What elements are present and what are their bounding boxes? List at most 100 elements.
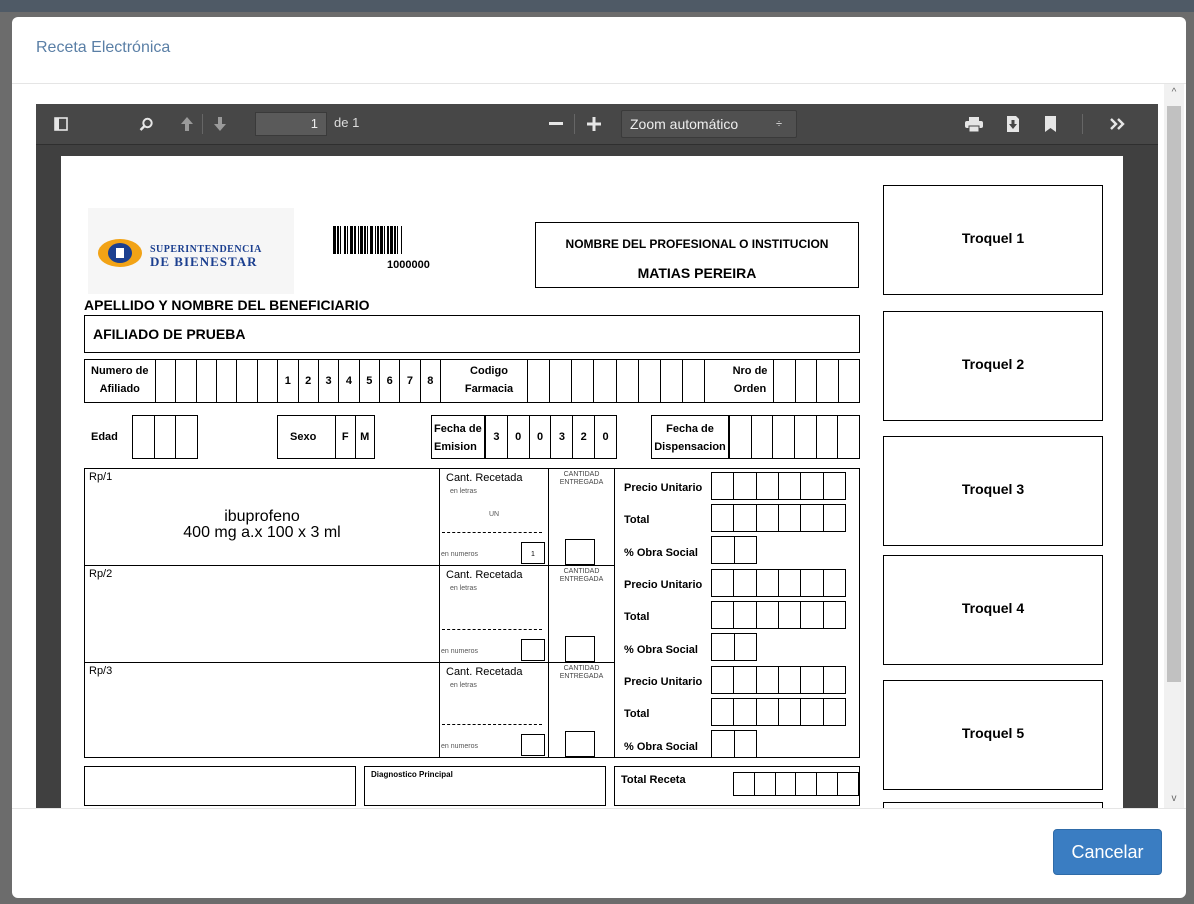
rp1-drug-line2: 400 mg a.x 100 x 3 ml: [183, 524, 341, 541]
previous-page-icon[interactable]: [174, 104, 200, 144]
superintendencia-logo: SUPERINTENDENCIA DE BIENESTAR: [88, 208, 294, 294]
toolbar-separator: [202, 114, 203, 134]
rp1-box: Rp/1 ibuprofeno 400 mg a.x 100 x 3 ml: [84, 468, 440, 566]
en-numeros-cell: [521, 734, 545, 756]
afiliado-digit-cell: [156, 360, 177, 402]
emision-digit-cell: 2: [573, 416, 596, 458]
barcode: [333, 226, 495, 254]
page-backdrop: [0, 0, 1194, 12]
cant-recetada-label: Cant. Recetada: [446, 569, 523, 581]
afiliado-digit-cell: [258, 360, 279, 402]
afiliado-digit-cell: 4: [339, 360, 360, 402]
en-numeros-value: 1: [531, 551, 535, 558]
afiliado-digit-cell: [197, 360, 218, 402]
emision-digit-cell: 0: [508, 416, 530, 458]
cantidad-entregada-cell: [565, 731, 595, 757]
print-icon[interactable]: [960, 104, 988, 144]
cancel-button[interactable]: Cancelar: [1053, 829, 1162, 875]
en-letras-line: [442, 532, 542, 533]
search-icon[interactable]: [132, 104, 160, 144]
rp3-label: Rp/3: [89, 665, 113, 677]
pdf-viewer[interactable]: 1 de 1 Zoom automático ÷ SUPERINTENDENCI…: [36, 104, 1158, 808]
en-letras-label: en letras: [450, 682, 477, 689]
codigo-farmacia-label: Codigo Farmacia: [464, 365, 514, 395]
troquel-box: Troquel 1: [883, 185, 1103, 295]
cantidad-entregada-cell: [565, 636, 595, 662]
zoom-select[interactable]: Zoom automático ÷: [621, 110, 797, 138]
en-numeros-cell: 1: [521, 542, 545, 564]
total-label: Total: [624, 611, 650, 623]
en-numeros-label: en numeros: [441, 743, 478, 750]
obra-social-cells: [711, 633, 757, 661]
modal-scrollbar[interactable]: ^ v: [1164, 84, 1184, 808]
codigo-farmacia-cells: [527, 359, 705, 403]
tools-icon[interactable]: [1102, 104, 1132, 144]
beneficiary-box: AFILIADO DE PRUEBA: [84, 315, 860, 353]
zoom-in-icon[interactable]: [581, 104, 607, 144]
page-number-input[interactable]: 1: [255, 112, 327, 136]
emision-digit-cell: 3: [486, 416, 508, 458]
total-receta-cells: [733, 772, 859, 796]
obra-social-label: % Obra Social: [624, 741, 698, 753]
troquel-box: Troquel 4: [883, 555, 1103, 665]
afiliado-digit-cell: [237, 360, 258, 402]
professional-label: NOMBRE DEL PROFESIONAL O INSTITUCION: [565, 237, 829, 251]
obra-social-cells: [711, 730, 757, 758]
download-icon[interactable]: [999, 104, 1027, 144]
obra-social-label: % Obra Social: [624, 547, 698, 559]
total-cells: [711, 698, 846, 726]
precio-unitario-cells: [711, 472, 846, 500]
rp2-label: Rp/2: [89, 568, 113, 580]
diagnostico-box: Diagnostico Principal: [364, 766, 606, 806]
scroll-up-icon[interactable]: ^: [1164, 84, 1184, 102]
fecha-emision-digits: 300320: [485, 415, 617, 459]
obra-social-cells: [711, 536, 757, 564]
fecha-emision-box: Fecha de Emision: [431, 415, 485, 459]
modal-footer: Cancelar: [12, 808, 1186, 898]
troquel-label: Troquel 2: [961, 356, 1025, 372]
scroll-down-icon[interactable]: v: [1164, 790, 1184, 808]
en-letras-label: en letras: [450, 585, 477, 592]
emision-digit-cell: 0: [602, 431, 609, 443]
nro-orden-label: Nro de Orden: [732, 365, 768, 395]
en-numeros-label: en numeros: [441, 551, 478, 558]
afiliado-digit-cell: 7: [400, 360, 421, 402]
fecha-disp-label: Fecha de Dispensacion: [654, 423, 726, 453]
total-cells: [711, 601, 846, 629]
nro-orden-cells: [773, 359, 860, 403]
rp2-box: Rp/2: [84, 565, 440, 663]
troquel-label: Troquel 1: [961, 230, 1025, 246]
scroll-thumb[interactable]: [1167, 106, 1181, 682]
page-count-label: de 1: [334, 115, 360, 130]
afiliado-digit-cell: 5: [360, 360, 380, 402]
precio-unitario-cells: [711, 666, 846, 694]
zoom-out-icon[interactable]: [543, 104, 569, 144]
sidebar-toggle-icon[interactable]: [46, 104, 76, 144]
edad-cells: [132, 415, 198, 459]
rp3-box: Rp/3: [84, 662, 440, 758]
fecha-disp-cells: [729, 415, 860, 459]
afiliado-digit-cell: [176, 360, 197, 402]
professional-box: NOMBRE DEL PROFESIONAL O INSTITUCION MAT…: [535, 222, 859, 288]
sexo-cells[interactable]: FM: [335, 415, 375, 459]
emision-digit-cell: 0: [530, 416, 552, 458]
total-label: Total: [624, 514, 650, 526]
rp1-drug-line1: ibuprofeno: [224, 508, 300, 525]
precio-unitario-label: Precio Unitario: [624, 676, 703, 688]
modal-body[interactable]: 1 de 1 Zoom automático ÷ SUPERINTENDENCI…: [12, 84, 1186, 808]
cantidad-entregada-label: CANTIDAD ENTREGADA: [559, 471, 604, 486]
fecha-disp-box: Fecha de Dispensacion: [651, 415, 729, 459]
en-letras-line: [442, 724, 542, 725]
zoom-select-value: Zoom automático: [630, 116, 739, 132]
professional-name: MATIAS PEREIRA: [637, 265, 757, 281]
cantidad-entregada-cell: [565, 539, 595, 565]
troquel-box: Troquel 2: [883, 311, 1103, 421]
diagnostico-label: Diagnostico Principal: [371, 770, 453, 779]
total-cells: [711, 504, 846, 532]
pdf-toolbar: 1 de 1 Zoom automático ÷: [36, 104, 1158, 145]
sexo-label: Sexo: [290, 431, 317, 443]
next-page-icon[interactable]: [207, 104, 233, 144]
afiliado-digit-cell: 2: [299, 360, 319, 402]
modal-title: Receta Electrónica: [36, 39, 171, 56]
bookmark-icon[interactable]: [1037, 104, 1063, 144]
